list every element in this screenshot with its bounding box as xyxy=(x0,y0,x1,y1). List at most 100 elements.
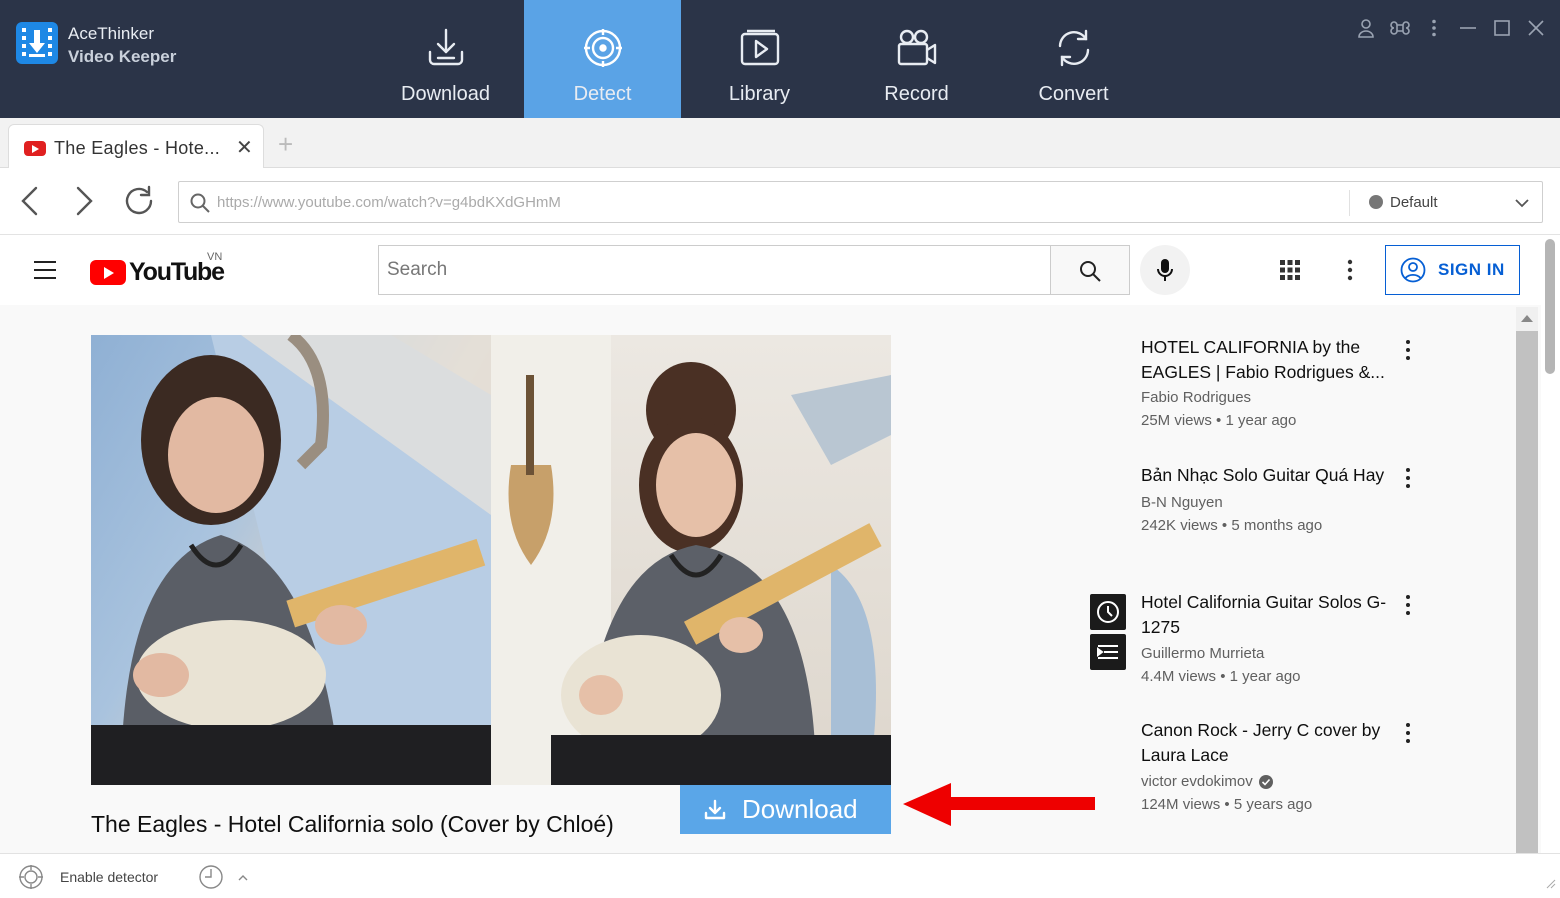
app-logo-icon xyxy=(16,22,58,64)
country-code: VN xyxy=(207,251,223,263)
nav-library-label: Library xyxy=(728,83,791,105)
library-play-icon xyxy=(738,26,782,75)
forward-icon[interactable] xyxy=(66,184,100,218)
download-video-button[interactable]: Download xyxy=(680,785,891,834)
video-frame-right xyxy=(491,335,891,785)
related-title[interactable]: HOTEL CALIFORNIA by the EAGLES | Fabio R… xyxy=(1141,335,1391,385)
new-tab-button[interactable]: + xyxy=(278,131,293,157)
related-title[interactable]: Bản Nhạc Solo Guitar Quá Hay xyxy=(1141,463,1391,488)
browser-scrollbar-thumb[interactable] xyxy=(1545,239,1555,374)
main-nav: Download Detect Library Record Convert xyxy=(367,0,1152,118)
brand-name: AceThinker Video Keeper xyxy=(68,22,176,68)
youtube-logo[interactable]: YouTube xyxy=(90,258,225,287)
download-tray-icon xyxy=(424,26,468,75)
voice-search-button[interactable] xyxy=(1140,245,1190,295)
detect-target-icon xyxy=(581,26,625,75)
nav-convert[interactable]: Convert xyxy=(995,0,1152,118)
url-text: https://www.youtube.com/watch?v=g4bdKXdG… xyxy=(217,194,561,211)
guitar-player-left-image xyxy=(91,335,491,785)
nav-download-label: Download xyxy=(401,83,490,105)
nav-detect[interactable]: Detect xyxy=(524,0,681,118)
app-window: AceThinker Video Keeper Download Detect … xyxy=(0,0,1560,898)
address-bar: https://www.youtube.com/watch?v=g4bdKXdG… xyxy=(0,168,1560,235)
maximize-icon[interactable] xyxy=(1492,18,1512,38)
brand-name-line2: Video Keeper xyxy=(68,47,177,66)
url-divider xyxy=(1349,190,1350,216)
more-vertical-icon[interactable] xyxy=(1400,339,1416,361)
youtube-play-icon xyxy=(90,260,126,285)
microphone-icon xyxy=(1157,259,1173,281)
nav-record-label: Record xyxy=(884,83,949,105)
nav-record[interactable]: Record xyxy=(838,0,995,118)
related-title[interactable]: Hotel California Guitar Solos G-1275 xyxy=(1141,590,1391,640)
video-title: The Eagles - Hotel California solo (Cove… xyxy=(91,811,614,837)
sign-in-label: SIGN IN xyxy=(1438,260,1505,279)
resize-grip-icon[interactable] xyxy=(1544,876,1556,894)
more-vertical-icon[interactable] xyxy=(1400,467,1416,489)
youtube-search-input[interactable] xyxy=(379,246,1050,294)
search-icon xyxy=(189,192,211,219)
watch-later-icon[interactable] xyxy=(1090,594,1126,630)
more-vertical-icon[interactable] xyxy=(1340,259,1360,281)
window-controls xyxy=(1356,18,1546,38)
nav-convert-label: Convert xyxy=(1038,83,1109,105)
reload-icon[interactable] xyxy=(122,184,156,218)
download-button-label: Download xyxy=(742,794,858,824)
tab-title: The Eagles - Hote... xyxy=(54,138,221,158)
sign-in-button[interactable]: SIGN IN xyxy=(1385,245,1520,295)
youtube-favicon-icon xyxy=(24,141,46,156)
video-frame-left xyxy=(91,335,491,785)
verified-badge-icon xyxy=(1258,774,1273,789)
related-meta: 4.4M views • 1 year ago xyxy=(1141,668,1301,685)
download-icon xyxy=(704,799,726,819)
related-channel: victor evdokimov xyxy=(1141,773,1273,790)
tab-close-icon[interactable]: ✕ xyxy=(236,138,253,158)
url-field[interactable]: https://www.youtube.com/watch?v=g4bdKXdG… xyxy=(178,181,1543,223)
scroll-up-icon[interactable] xyxy=(1521,315,1533,322)
more-vertical-icon[interactable] xyxy=(1400,594,1416,616)
search-icon xyxy=(1080,261,1101,282)
chevron-up-icon[interactable] xyxy=(237,870,249,888)
video-camera-icon xyxy=(895,26,939,75)
browser-tab[interactable]: The Eagles - Hote... ✕ xyxy=(8,124,264,168)
schedule-clock-icon[interactable] xyxy=(198,864,224,895)
nav-detect-label: Detect xyxy=(573,83,632,105)
app-topbar: AceThinker Video Keeper Download Detect … xyxy=(0,0,1560,118)
enable-detector-toggle[interactable]: Enable detector xyxy=(60,869,158,885)
account-circle-icon xyxy=(1400,257,1426,283)
close-icon[interactable] xyxy=(1526,18,1546,38)
more-vertical-icon[interactable] xyxy=(1400,722,1416,744)
brand-name-line1: AceThinker xyxy=(68,24,154,43)
related-title[interactable]: Canon Rock - Jerry C cover by Laura Lace xyxy=(1141,718,1391,768)
chevron-down-icon[interactable] xyxy=(1514,195,1530,216)
related-channel: B-N Nguyen xyxy=(1141,494,1223,511)
globe-icon xyxy=(1369,195,1383,209)
user-icon[interactable] xyxy=(1356,18,1376,38)
apps-grid-icon[interactable] xyxy=(1280,260,1300,280)
webpage-viewport: YouTube VN Search SIGN IN The Eagles - H… xyxy=(0,235,1541,853)
related-meta: 25M views • 1 year ago xyxy=(1141,412,1297,429)
command-icon[interactable] xyxy=(1390,18,1410,38)
browser-tab-strip: The Eagles - Hote... ✕ + xyxy=(0,118,1560,168)
detector-target-icon[interactable] xyxy=(18,864,44,895)
related-channel: Guillermo Murrieta xyxy=(1141,645,1265,662)
scrollbar-thumb[interactable] xyxy=(1516,331,1538,853)
nav-library[interactable]: Library xyxy=(681,0,838,118)
page-scrollbar[interactable] xyxy=(1516,307,1538,853)
youtube-search-button[interactable] xyxy=(1050,245,1130,295)
nav-download[interactable]: Download xyxy=(367,0,524,118)
youtube-header: YouTube VN Search SIGN IN xyxy=(0,235,1541,305)
more-vertical-icon[interactable] xyxy=(1424,18,1444,38)
minimize-icon[interactable] xyxy=(1458,18,1478,38)
profile-select-label[interactable]: Default xyxy=(1390,194,1438,211)
add-to-queue-icon[interactable] xyxy=(1090,634,1126,670)
related-meta: 242K views • 5 months ago xyxy=(1141,517,1323,534)
back-icon[interactable] xyxy=(14,184,48,218)
hamburger-menu-icon[interactable] xyxy=(34,261,56,279)
related-meta: 124M views • 5 years ago xyxy=(1141,796,1313,813)
browser-scrollbar[interactable] xyxy=(1541,235,1560,853)
status-bar: Enable detector xyxy=(0,853,1560,898)
guitar-player-right-image xyxy=(491,335,891,785)
video-player[interactable] xyxy=(91,335,891,785)
red-arrow-annotation-icon xyxy=(903,783,1095,826)
